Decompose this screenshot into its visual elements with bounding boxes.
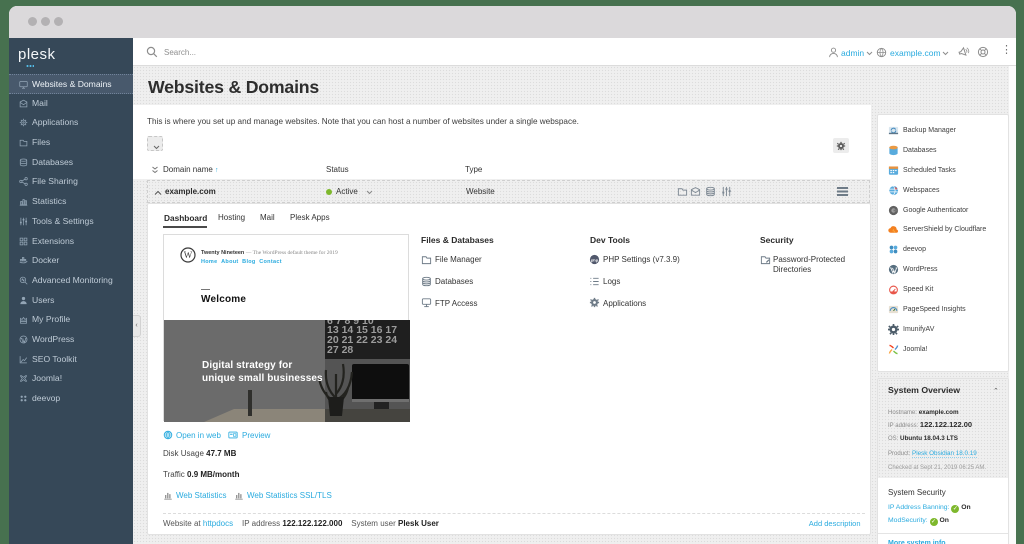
svg-text:W: W: [184, 250, 193, 260]
svg-text:php: php: [591, 257, 599, 262]
